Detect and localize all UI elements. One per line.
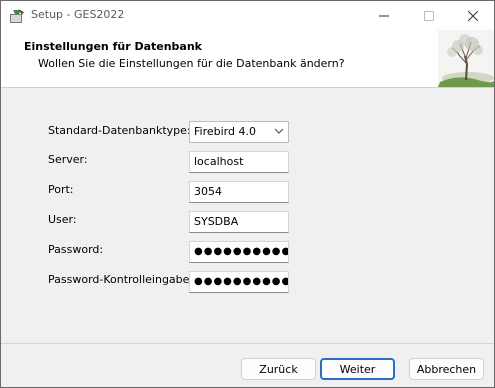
password-label: Password: — [48, 243, 104, 256]
db-type-label: Standard-Datenbanktype: — [48, 124, 191, 137]
server-field[interactable]: localhost — [189, 151, 289, 173]
password-confirm-field[interactable]: ●●●●●●●●●● — [189, 271, 289, 293]
title-bar: Setup - GES2022 — [1, 1, 494, 30]
tree-image-icon — [438, 30, 495, 87]
setup-app-icon — [9, 8, 25, 24]
setup-window: Setup - GES2022 Einstellungen für Datenb… — [0, 0, 495, 388]
server-label: Server: — [48, 153, 88, 166]
cancel-button[interactable]: Abbrechen — [409, 358, 484, 380]
user-label: User: — [48, 213, 77, 226]
page-title: Einstellungen für Datenbank — [24, 40, 202, 53]
footer-divider — [1, 343, 494, 344]
user-field[interactable]: SYSDBA — [189, 211, 289, 233]
minimize-icon[interactable] — [361, 1, 407, 30]
next-button[interactable]: Weiter — [320, 358, 395, 380]
page-subtitle: Wollen Sie die Einstellungen für die Dat… — [38, 57, 345, 70]
password-confirm-label: Password-Kontrolleingabe: — [48, 273, 194, 286]
maximize-icon[interactable] — [406, 1, 452, 30]
db-type-value: Firebird 4.0 — [194, 125, 256, 138]
chevron-down-icon — [274, 126, 284, 139]
db-type-select[interactable]: Firebird 4.0 — [189, 121, 289, 143]
port-label: Port: — [48, 183, 74, 196]
wizard-header: Einstellungen für Datenbank Wollen Sie d… — [1, 30, 495, 88]
port-field[interactable]: 3054 — [189, 181, 289, 203]
password-field[interactable]: ●●●●●●●●●● — [189, 241, 289, 263]
close-icon[interactable] — [450, 1, 495, 30]
back-button[interactable]: Zurück — [241, 358, 316, 380]
window-title: Setup - GES2022 — [31, 8, 125, 21]
